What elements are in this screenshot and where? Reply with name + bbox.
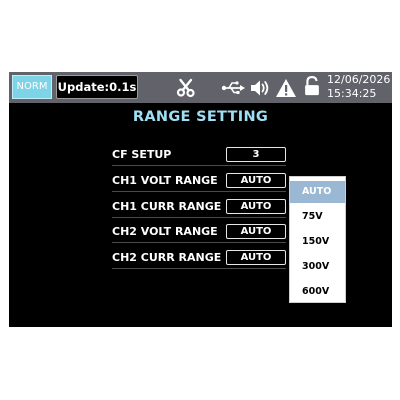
page-title: RANGE SETTING: [132, 109, 269, 125]
ch2-curr-range-label: CH2 CURR RANGE: [112, 251, 222, 264]
row-divider: [112, 165, 286, 166]
status-bar: NORM Update:0.1s 12/06/2026 15:34:25: [9, 72, 392, 103]
cf-setup-label: CF SETUP: [112, 148, 172, 161]
row-divider: [112, 217, 286, 218]
date-text: 12/06/2026: [327, 73, 391, 86]
range-option-300v[interactable]: 300V: [290, 256, 345, 278]
ch2-volt-range-value[interactable]: AUTO: [226, 224, 286, 239]
row-divider: [112, 242, 286, 243]
time-text: 15:34:25: [327, 87, 377, 100]
cf-setup-value[interactable]: 3: [226, 147, 286, 162]
ch1-volt-range-value[interactable]: AUTO: [226, 173, 286, 188]
device-screen: NORM Update:0.1s 12/06/2026 15:34:25 RAN…: [9, 72, 392, 327]
ch1-volt-range-label: CH1 VOLT RANGE: [112, 174, 218, 187]
unlock-icon: [301, 75, 323, 97]
row-divider: [112, 191, 286, 192]
range-dropdown[interactable]: AUTO 75V 150V 300V 600V: [289, 176, 346, 303]
scissors-icon: [175, 77, 197, 99]
date-time: 12/06/2026 15:34:25: [327, 73, 391, 101]
ch2-volt-range-label: CH2 VOLT RANGE: [112, 225, 218, 238]
range-option-600v[interactable]: 600V: [290, 281, 345, 303]
cf-setup-row: CF SETUP 3: [9, 147, 392, 166]
speaker-icon: [249, 77, 271, 99]
update-rate-display[interactable]: Update:0.1s: [56, 75, 138, 99]
ch1-curr-range-label: CH1 CURR RANGE: [112, 200, 222, 213]
ch1-curr-range-value[interactable]: AUTO: [226, 199, 286, 214]
range-option-150v[interactable]: 150V: [290, 231, 345, 253]
range-option-auto[interactable]: AUTO: [290, 181, 345, 203]
range-option-75v[interactable]: 75V: [290, 206, 345, 228]
warning-icon: [275, 77, 297, 99]
ch2-curr-range-value[interactable]: AUTO: [226, 250, 286, 265]
usb-icon: [221, 77, 245, 99]
row-divider: [112, 268, 286, 269]
mode-badge[interactable]: NORM: [12, 75, 52, 99]
